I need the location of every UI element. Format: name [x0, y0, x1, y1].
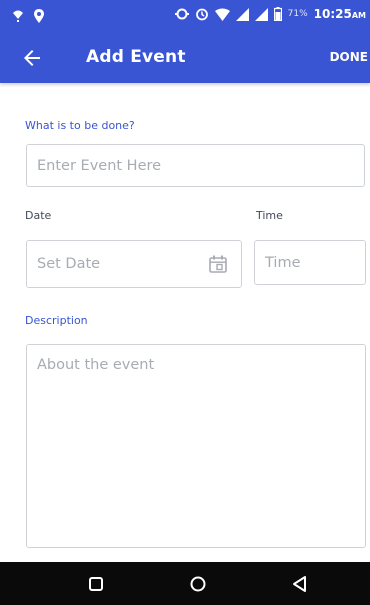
alarm-icon [195, 7, 209, 21]
recent-apps-icon [85, 577, 107, 599]
back-triangle-icon [289, 576, 311, 599]
wifi-question-icon [12, 8, 24, 27]
home-button[interactable] [187, 573, 209, 595]
back-arrow-icon [20, 50, 44, 74]
time-label: Time [256, 209, 283, 222]
event-input[interactable]: Enter Event Here [26, 144, 365, 187]
description-textarea[interactable]: About the event [26, 344, 366, 548]
sync-icon [174, 7, 189, 21]
status-right: 71% 10:25AM [174, 7, 366, 21]
back-nav-button[interactable] [289, 573, 311, 595]
signal-icon [254, 7, 268, 21]
signal-icon [235, 7, 249, 21]
location-icon [34, 8, 44, 27]
date-placeholder: Set Date [37, 256, 101, 272]
date-label: Date [25, 209, 52, 222]
navigation-bar [0, 562, 370, 605]
date-input[interactable]: Set Date [26, 240, 242, 288]
wifi-icon [214, 8, 230, 21]
page-title: Add Event [86, 47, 186, 67]
status-bar: 71% 10:25AM [0, 0, 370, 33]
back-button[interactable] [20, 46, 44, 70]
calendar-icon[interactable] [208, 254, 228, 278]
battery-percent: 71% [287, 9, 308, 19]
home-icon [187, 576, 209, 599]
recent-apps-button[interactable] [85, 573, 107, 595]
status-time: 10:25AM [313, 7, 366, 21]
screen: 71% 10:25AM Add Event DONE What is to be… [0, 0, 370, 605]
app-bar: Add Event DONE [0, 33, 370, 83]
time-input[interactable]: Time [254, 240, 366, 285]
status-left [12, 8, 44, 27]
event-label: What is to be done? [25, 119, 135, 132]
battery-icon [273, 7, 282, 21]
done-button[interactable]: DONE [330, 50, 368, 64]
description-label: Description [25, 314, 88, 327]
